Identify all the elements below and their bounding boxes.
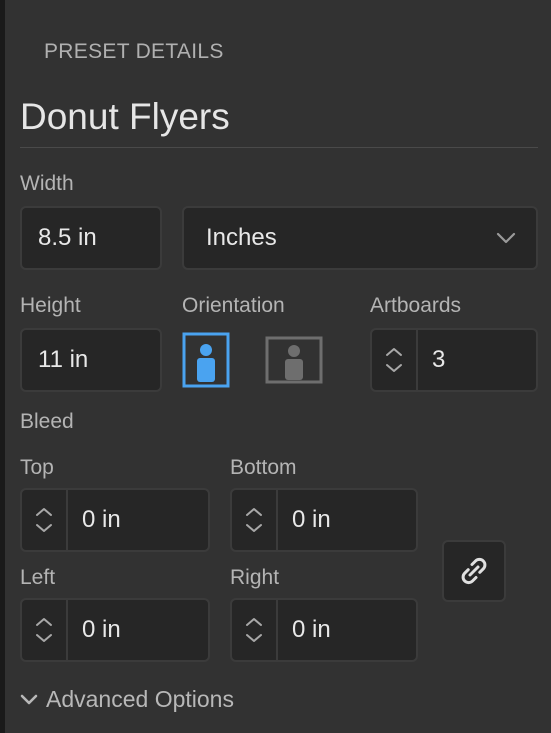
chevron-up-icon[interactable] (245, 507, 263, 517)
artboards-stepper[interactable]: 3 (370, 328, 538, 392)
bleed-right-label: Right (230, 566, 280, 589)
advanced-options-toggle[interactable]: Advanced Options (20, 686, 234, 713)
chevron-up-icon[interactable] (35, 617, 53, 627)
panel-edge (0, 0, 5, 733)
bleed-top-label: Top (20, 456, 54, 479)
portrait-button[interactable] (182, 332, 230, 393)
width-input[interactable]: 8.5 in (20, 206, 162, 270)
link-icon (461, 557, 487, 585)
width-label: Width (20, 172, 74, 195)
chevron-down-icon[interactable] (245, 523, 263, 533)
bleed-bottom-label: Bottom (230, 456, 297, 479)
section-title: PRESET DETAILS (44, 40, 224, 63)
chevron-up-icon[interactable] (385, 347, 403, 357)
bleed-bottom-stepper[interactable]: 0 in (230, 488, 418, 552)
chevron-down-icon (496, 232, 516, 244)
bleed-left-value: 0 in (82, 616, 121, 643)
units-value: Inches (206, 224, 277, 251)
link-bleed-button[interactable] (442, 540, 506, 602)
height-input[interactable]: 11 in (20, 328, 162, 392)
height-value: 11 in (38, 346, 89, 373)
chevron-down-icon[interactable] (35, 523, 53, 533)
units-select[interactable]: Inches (182, 206, 538, 270)
bleed-left-stepper[interactable]: 0 in (20, 598, 210, 662)
chevron-down-icon[interactable] (385, 363, 403, 373)
portrait-icon (182, 332, 230, 388)
preset-name-input[interactable]: Donut Flyers (20, 96, 538, 148)
chevron-down-icon[interactable] (245, 633, 263, 643)
artboards-value: 3 (432, 346, 446, 373)
chevron-down-icon[interactable] (35, 633, 53, 643)
landscape-icon (265, 336, 323, 384)
bleed-right-stepper[interactable]: 0 in (230, 598, 418, 662)
bleed-top-value: 0 in (82, 506, 121, 533)
bleed-left-label: Left (20, 566, 56, 589)
chevron-up-icon[interactable] (245, 617, 263, 627)
bleed-bottom-value: 0 in (292, 506, 331, 533)
chevron-down-icon (20, 694, 38, 704)
advanced-options-label: Advanced Options (46, 686, 234, 712)
width-value: 8.5 in (38, 224, 97, 251)
bleed-top-stepper[interactable]: 0 in (20, 488, 210, 552)
artboards-label: Artboards (370, 294, 462, 317)
bleed-label: Bleed (20, 410, 74, 433)
orientation-label: Orientation (182, 294, 285, 317)
chevron-up-icon[interactable] (35, 507, 53, 517)
bleed-right-value: 0 in (292, 616, 331, 643)
landscape-button[interactable] (265, 336, 323, 389)
height-label: Height (20, 294, 81, 317)
